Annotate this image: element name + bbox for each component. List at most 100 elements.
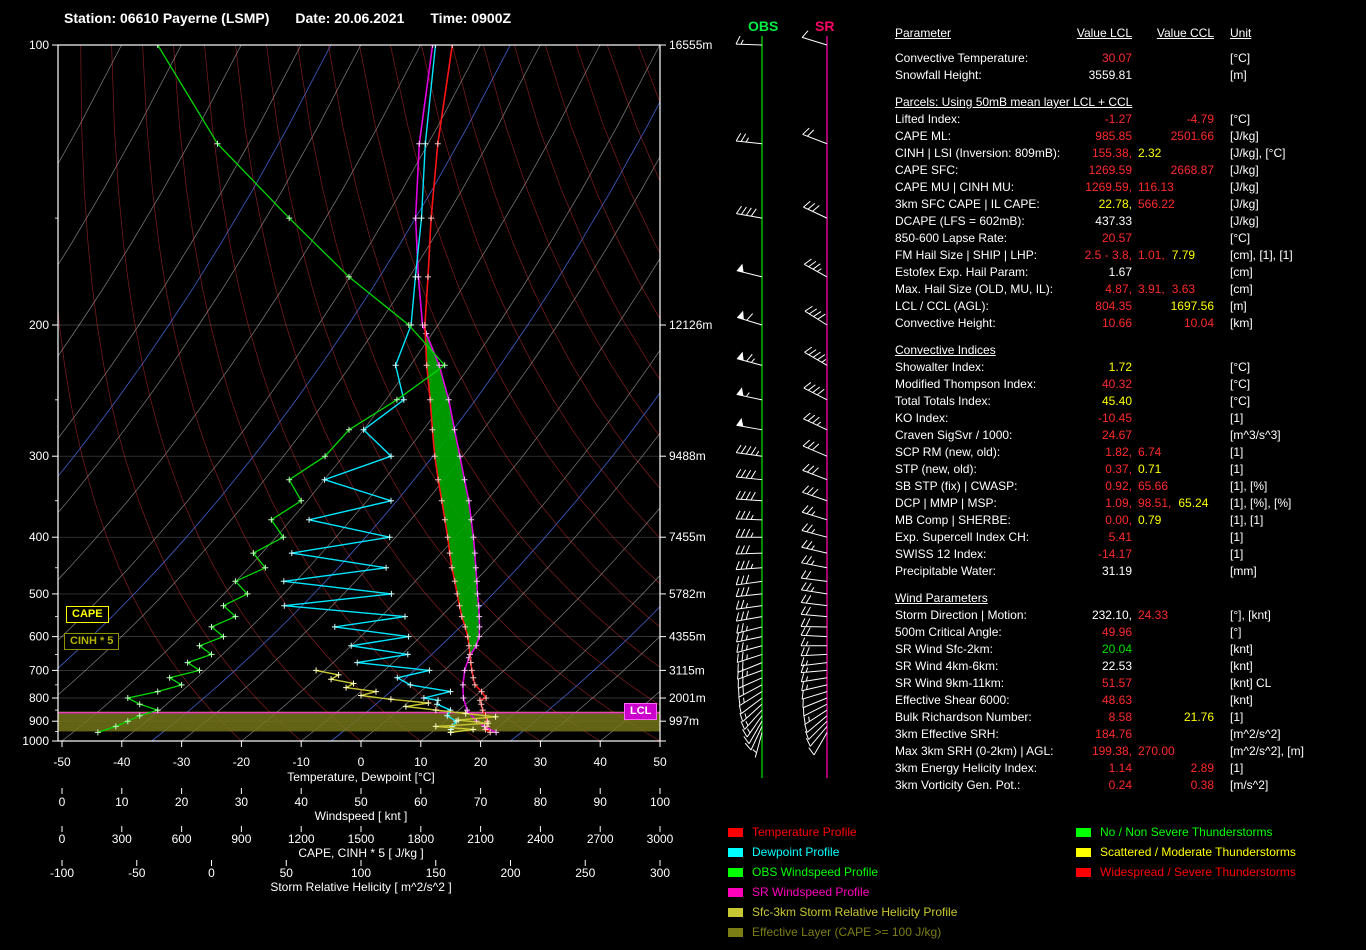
- parameter-label: Modified Thompson Index:: [895, 377, 1037, 391]
- unit-label: [cm], [1], [1]: [1230, 248, 1293, 262]
- legend-label: No / Non Severe Thunderstorms: [1100, 825, 1273, 839]
- value-cell: 30.07: [1101, 51, 1132, 65]
- svg-text:3000: 3000: [647, 832, 674, 846]
- value-cell: 51.57: [1101, 676, 1132, 690]
- legend-swatch: [1076, 827, 1091, 837]
- value-cell: 985.85: [1095, 129, 1132, 143]
- table-row: Max 3km SRH (0-2km) | AGL: 199.38, 270.00[…: [895, 743, 1365, 760]
- svg-text:700: 700: [29, 663, 49, 677]
- table-row: 850-600 Lapse Rate: 20.57 [°C]: [895, 230, 1365, 247]
- table-row: DCP | MMP | MSP: 1.09, 98.51, 65.24 [1], [%]…: [895, 495, 1365, 512]
- value-cell: 65.66: [1138, 479, 1169, 493]
- parameter-label: Bulk Richardson Number:: [895, 710, 1032, 724]
- table-row: Effective Shear 6000: 48.63 [knt]: [895, 692, 1365, 709]
- svg-text:5782m: 5782m: [669, 587, 706, 601]
- value-cell: 5.41: [1108, 530, 1132, 544]
- obs-wind-column-label: OBS: [748, 18, 779, 34]
- svg-text:3115m: 3115m: [669, 663, 705, 677]
- unit-label: [1]: [1230, 761, 1244, 775]
- parameter-label: 3km Effective SRH:: [895, 727, 999, 741]
- value-cell: 804.35: [1095, 299, 1132, 313]
- legend-item: Dewpoint Profile: [728, 842, 957, 862]
- parameter-label: DCAPE (LFS = 602mB):: [895, 214, 1025, 228]
- svg-text:800: 800: [29, 691, 49, 705]
- svg-text:600: 600: [29, 630, 49, 644]
- svg-text:200: 200: [29, 318, 49, 332]
- table-row: Craven SigSvr / 1000: 24.67 [m^3/s^3]: [895, 427, 1365, 444]
- legend-item: Effective Layer (CAPE >= 100 J/kg): [728, 922, 957, 942]
- value-cell: 20.57: [1101, 231, 1132, 245]
- parameter-label: CAPE MU | CINH MU:: [895, 180, 1015, 194]
- value-cell: 1269.59,: [1085, 180, 1132, 194]
- svg-text:600: 600: [172, 832, 192, 846]
- svg-text:300: 300: [112, 832, 132, 846]
- axis-temperature: -50 -40 -30 -20 -10 0 10 20 30 40 50 Temperature, D…: [53, 741, 667, 784]
- parameter-label: DCP | MMP | MSP:: [895, 496, 997, 510]
- svg-text:2100: 2100: [467, 832, 494, 846]
- value-cell: 1.72: [1108, 360, 1132, 374]
- value-cell: 437.33: [1095, 214, 1132, 228]
- unit-label: [J/kg], [°C]: [1230, 146, 1286, 160]
- table-row: Precipitable Water: 31.19 [mm]: [895, 563, 1365, 580]
- unit-label: [J/kg]: [1230, 180, 1259, 194]
- table-row: 3km Vorticity Gen. Pot.: 0.24 0.38 [m/s^2]: [895, 777, 1365, 794]
- svg-text:250: 250: [575, 866, 595, 880]
- parameter-label: Craven SigSvr / 1000:: [895, 428, 1013, 442]
- parameter-label: Exp. Supercell Index CH:: [895, 530, 1030, 544]
- value-cell: 1.01,: [1138, 248, 1165, 262]
- parameter-label: Snowfall Height:: [895, 68, 982, 82]
- svg-text:20: 20: [474, 755, 488, 769]
- svg-text:0: 0: [59, 832, 66, 846]
- table-section-header: Convective Indices: [895, 343, 996, 357]
- svg-text:40: 40: [295, 795, 309, 809]
- svg-text:100: 100: [650, 795, 670, 809]
- unit-label: [°C]: [1230, 51, 1251, 65]
- value-cell: 6.74: [1138, 445, 1162, 459]
- unit-label: [m^3/s^3]: [1230, 428, 1281, 442]
- unit-label: [m^2/s^2], [m]: [1230, 744, 1304, 758]
- table-row: LCL / CCL (AGL): 804.35 1697.56 [m]: [895, 298, 1365, 315]
- unit-label: [°], [knt]: [1230, 608, 1271, 622]
- parameter-label: LCL / CCL (AGL):: [895, 299, 989, 313]
- value-cell: 4.87,: [1105, 282, 1132, 296]
- svg-text:1800: 1800: [407, 832, 434, 846]
- legend-label: Sfc-3km Storm Relative Helicity Profile: [752, 905, 958, 919]
- value-cell: 1.14: [1108, 761, 1132, 775]
- pressure-gridlines: [58, 45, 660, 741]
- unit-label: [°C]: [1230, 231, 1251, 245]
- lcl-chart-label: LCL: [624, 703, 658, 720]
- value-cell: 0.71: [1138, 462, 1162, 476]
- effective-layer-band: [58, 711, 660, 732]
- parameter-label: Showalter Index:: [895, 360, 985, 374]
- table-row: MB Comp | SHERBE: 0.00, 0.79 [1], [1]: [895, 512, 1365, 529]
- value-cell: 7.79: [1171, 248, 1196, 262]
- table-row: DCAPE (LFS = 602mB): 437.33 [J/kg]: [895, 213, 1365, 230]
- table-row: 3km Energy Helicity Index: 1.14 2.89 [1]: [895, 760, 1365, 777]
- svg-text:10: 10: [115, 795, 129, 809]
- value-cell: 10.04: [1183, 316, 1214, 330]
- cape-area: [425, 333, 480, 658]
- unit-label: [J/kg]: [1230, 214, 1259, 228]
- unit-label: [m/s^2]: [1230, 778, 1269, 792]
- parameter-label: KO Index:: [895, 411, 949, 425]
- svg-text:300: 300: [650, 866, 670, 880]
- value-cell: 2.89: [1190, 761, 1214, 775]
- obs-wind-column: [735, 35, 763, 778]
- svg-text:997m: 997m: [669, 714, 699, 728]
- svg-text:2700: 2700: [587, 832, 614, 846]
- table-row: SWISS 12 Index: -14.17 [1]: [895, 546, 1365, 563]
- parameter-label: SR Wind 4km-6km:: [895, 659, 999, 673]
- value-cell: 3.63: [1171, 282, 1196, 296]
- value-cell: 0.92,: [1105, 479, 1132, 493]
- unit-label: [knt]: [1230, 693, 1253, 707]
- value-cell: 155.38,: [1091, 146, 1132, 160]
- table-row: SCP RM (new, old): 1.82, 6.74 [1]: [895, 444, 1365, 461]
- value-cell: 1269.59: [1088, 163, 1132, 177]
- parameter-label: 3km Energy Helicity Index:: [895, 761, 1038, 775]
- unit-label: [1]: [1230, 547, 1244, 561]
- unit-label: [1], [1]: [1230, 513, 1264, 527]
- unit-label: [1]: [1230, 411, 1244, 425]
- col-header-unit: Unit: [1230, 26, 1252, 40]
- svg-text:40: 40: [594, 755, 608, 769]
- table-row: CAPE SFC: 1269.59 2668.87 [J/kg]: [895, 162, 1365, 179]
